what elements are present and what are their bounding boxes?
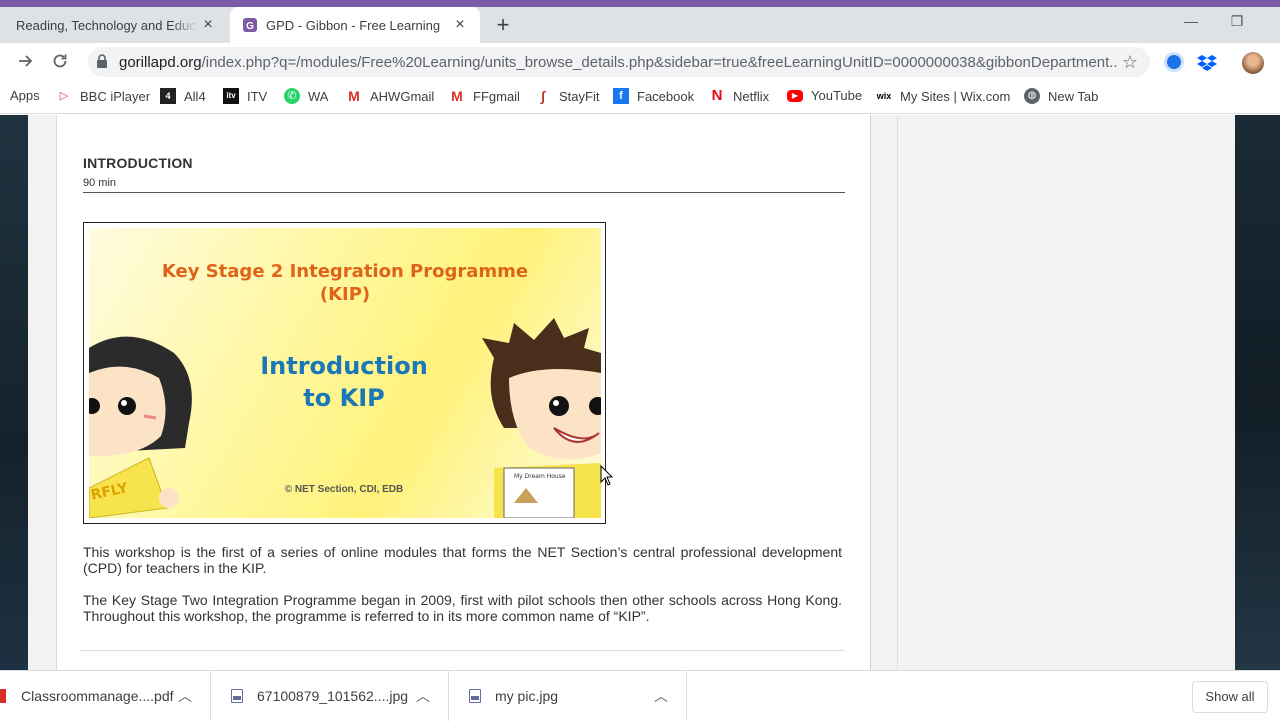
- tab-title: Reading, Technology and Education: [16, 17, 198, 33]
- intro-paragraph-1: This workshop is the first of a series o…: [83, 544, 842, 576]
- download-filename: 67100879_101562....jpg: [257, 688, 409, 704]
- intro-paragraph-2: The Key Stage Two Integration Programme …: [83, 592, 842, 624]
- gmail-icon: M: [451, 88, 463, 104]
- sidebar: [897, 115, 1235, 670]
- section-duration: 90 min: [83, 177, 117, 189]
- globe-icon: ◍: [1024, 88, 1040, 104]
- girl-cartoon-illustration: RFLY: [89, 336, 192, 518]
- pdf-file-icon: [0, 689, 6, 703]
- boy-cartoon-illustration: My Dream House: [482, 318, 601, 518]
- restore-button[interactable]: ❐: [1214, 7, 1260, 37]
- minimize-button[interactable]: —: [1168, 7, 1214, 37]
- close-icon[interactable]: ×: [198, 16, 218, 34]
- profile-avatar[interactable]: [1242, 52, 1264, 74]
- gibbon-favicon-icon: G: [243, 18, 257, 32]
- slide-subtitle: Introduction to KIP: [260, 352, 428, 412]
- divider: [80, 650, 845, 651]
- reload-icon: [53, 54, 67, 68]
- wix-icon: wix: [876, 91, 892, 101]
- forward-button[interactable]: [14, 51, 38, 75]
- bookmark-facebook[interactable]: f Facebook: [613, 88, 694, 104]
- chevron-up-icon[interactable]: ︿: [654, 686, 668, 706]
- url-text: gorillapd.org/index.php?q=/modules/Free%…: [119, 53, 1118, 71]
- itv-icon: itv: [223, 88, 239, 104]
- tab-reading-technology[interactable]: Reading, Technology and Education ×: [0, 7, 228, 43]
- svg-text:My Dream House: My Dream House: [514, 473, 566, 480]
- reload-button[interactable]: [48, 51, 72, 75]
- divider: [83, 192, 845, 193]
- download-item-jpg-2[interactable]: my pic.jpg ︿: [449, 671, 687, 721]
- image-file-icon: [231, 689, 243, 703]
- bookmark-stayfit[interactable]: ∫ StayFit: [535, 88, 599, 104]
- bbc-iplayer-icon: ▷: [59, 90, 69, 102]
- download-filename: my pic.jpg: [495, 688, 559, 704]
- svg-text:G: G: [246, 21, 254, 32]
- image-file-icon: [469, 689, 481, 703]
- section-title: INTRODUCTION: [83, 155, 193, 171]
- close-icon[interactable]: ×: [450, 16, 470, 34]
- page-background: [1235, 115, 1280, 670]
- tab-strip: Reading, Technology and Education × G GP…: [0, 7, 1280, 43]
- window-accent-bar: [0, 0, 1280, 7]
- arrow-right-icon: [19, 55, 33, 67]
- chevron-up-icon[interactable]: ︿: [416, 686, 430, 706]
- page-background: [0, 115, 28, 670]
- lock-icon: [96, 53, 110, 71]
- slide-background: Key Stage 2 Integration Programme (KIP) …: [89, 228, 601, 518]
- mouse-cursor-icon: [600, 465, 614, 486]
- address-bar[interactable]: gorillapd.org/index.php?q=/modules/Free%…: [88, 47, 1150, 77]
- all4-icon: 4: [160, 88, 176, 104]
- bookmark-wix[interactable]: wix My Sites | Wix.com: [876, 88, 1011, 104]
- chevron-up-icon[interactable]: ︿: [178, 686, 192, 706]
- slide-copyright: © NET Section, CDI, EDB: [284, 484, 404, 495]
- bookmark-bbc-iplayer[interactable]: ▷ BBC iPlayer: [56, 88, 150, 104]
- bookmark-wa[interactable]: ✆ WA: [284, 88, 328, 104]
- new-tab-button[interactable]: +: [490, 12, 516, 38]
- slide-image[interactable]: Key Stage 2 Integration Programme (KIP) …: [83, 222, 606, 524]
- bookmark-all4[interactable]: 4 All4: [160, 88, 206, 104]
- whatsapp-icon: ✆: [284, 88, 300, 104]
- download-filename: Classroommanage....pdf: [21, 688, 174, 704]
- bookmarks-bar: Apps ▷ BBC iPlayer 4 All4 itv ITV ✆ WA M AHWG…: [0, 81, 1280, 114]
- page-viewport[interactable]: INTRODUCTION 90 min Key Stage 2 Integrat…: [0, 115, 1280, 670]
- bookmark-ffgmail[interactable]: M FFgmail: [449, 88, 520, 104]
- download-item-pdf[interactable]: Classroommanage....pdf ︿: [0, 671, 211, 721]
- youtube-icon: ▶: [787, 89, 803, 102]
- extension-1password-icon[interactable]: [1164, 52, 1184, 72]
- facebook-icon: f: [613, 88, 629, 104]
- dropbox-icon[interactable]: [1197, 52, 1217, 72]
- bookmark-itv[interactable]: itv ITV: [223, 88, 267, 104]
- bookmark-new-tab[interactable]: ◍ New Tab: [1024, 88, 1098, 104]
- bookmark-star-icon[interactable]: ☆: [1118, 52, 1142, 73]
- stayfit-icon: ∫: [541, 88, 545, 104]
- download-item-jpg-1[interactable]: 67100879_101562....jpg ︿: [211, 671, 449, 721]
- slide-title: Key Stage 2 Integration Programme (KIP): [161, 261, 529, 305]
- show-all-button[interactable]: Show all: [1192, 681, 1268, 713]
- tab-title: GPD - Gibbon - Free Learning: [266, 17, 441, 33]
- netflix-icon: N: [711, 87, 723, 104]
- tab-gpd-gibbon[interactable]: G GPD - Gibbon - Free Learning ×: [230, 7, 480, 43]
- downloads-bar: Classroommanage....pdf ︿ 67100879_101562…: [0, 670, 1280, 721]
- bookmark-apps[interactable]: Apps: [10, 88, 40, 103]
- browser-toolbar: gorillapd.org/index.php?q=/modules/Free%…: [0, 43, 1280, 81]
- bookmark-netflix[interactable]: N Netflix: [709, 87, 770, 104]
- bookmark-ahwgmail[interactable]: M AHWGmail: [346, 88, 434, 104]
- bookmark-youtube[interactable]: ▶ YouTube: [787, 88, 862, 103]
- gmail-icon: M: [348, 88, 360, 104]
